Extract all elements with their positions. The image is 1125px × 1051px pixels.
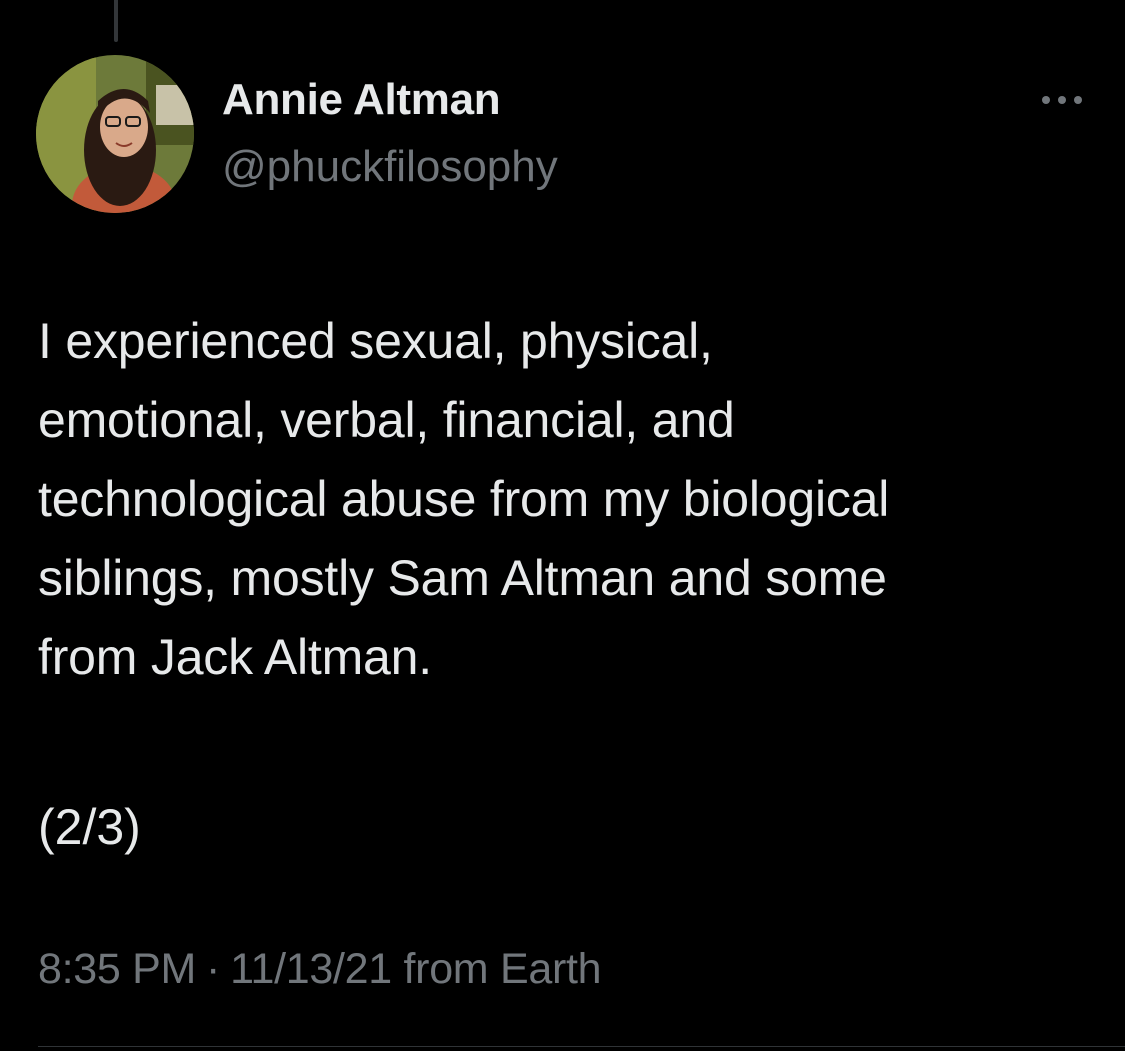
more-options-button[interactable] [1030,82,1094,118]
author-handle[interactable]: @phuckfilosophy [222,142,558,192]
avatar-image [36,55,194,213]
tweet-time[interactable]: 8:35 PM [38,945,196,993]
tweet-text: I experienced sexual, physical, emotiona… [38,313,890,685]
divider [38,1046,1125,1047]
avatar[interactable] [36,55,194,213]
meta-separator: · [206,945,221,993]
author-display-name[interactable]: Annie Altman [222,75,501,125]
thread-count: (2/3) [38,799,141,855]
more-options-icon [1042,96,1082,104]
tweet-date[interactable]: 11/13/21 [230,945,392,993]
thread-connector-line [114,0,118,42]
tweet-source: from Earth [403,945,602,993]
tweet-metadata: 8:35 PM · 11/13/21 from Earth [38,945,602,994]
